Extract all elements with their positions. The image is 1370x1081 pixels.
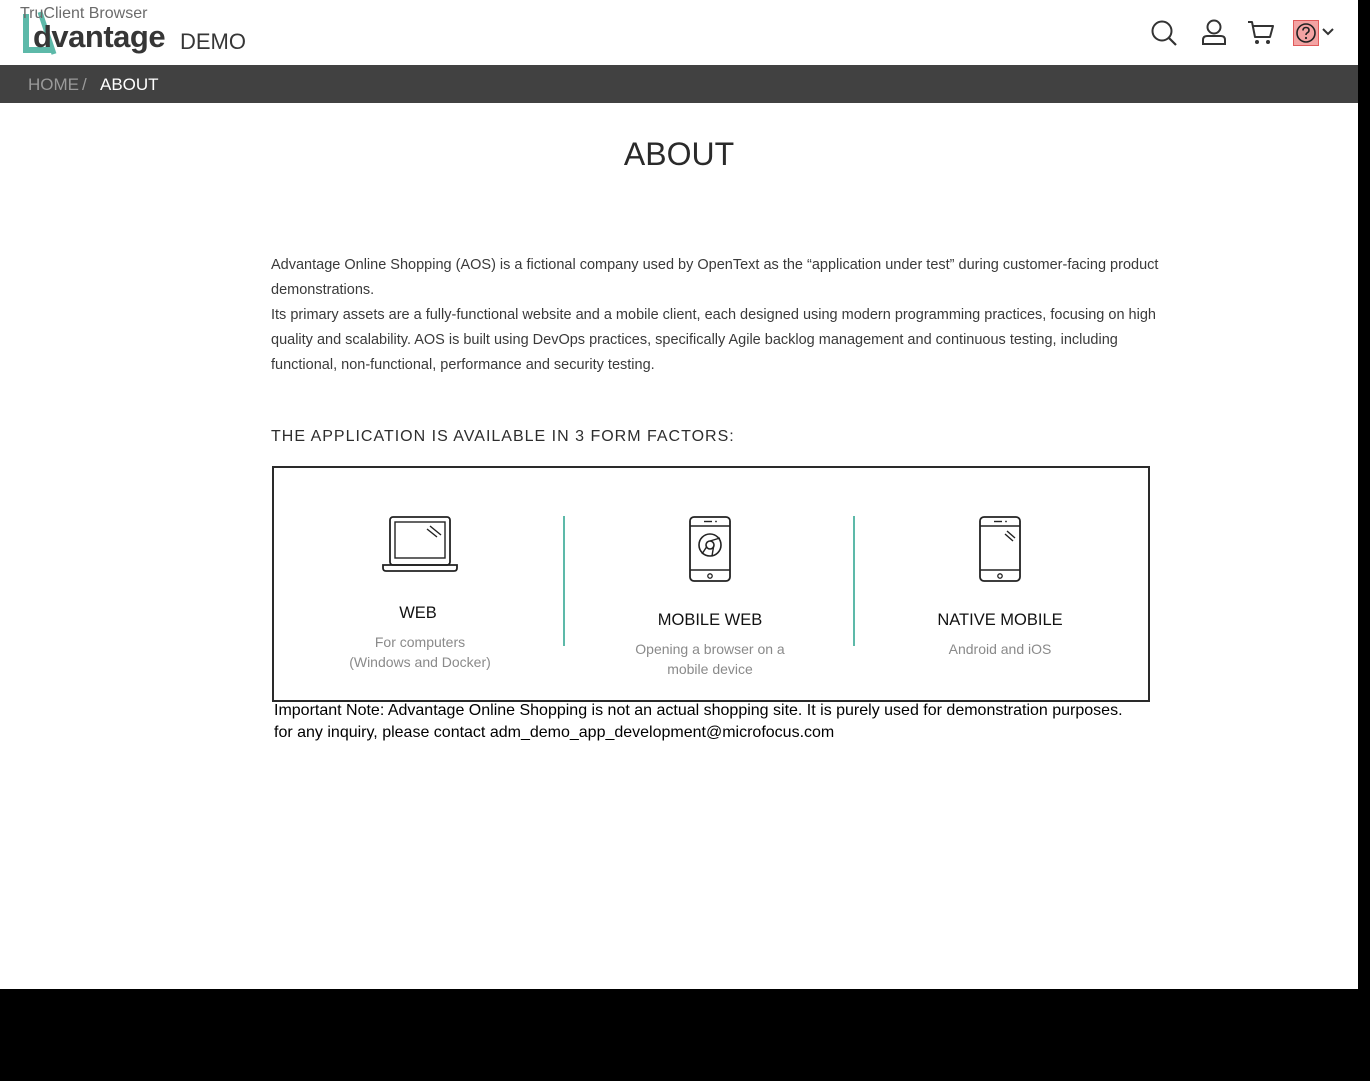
browser-label: TruClient Browser — [20, 5, 148, 22]
laptop-icon — [382, 516, 458, 572]
form-factor-description: mobile device — [667, 661, 753, 677]
section-heading: THE APPLICATION IS AVAILABLE IN 3 FORM F… — [271, 428, 735, 445]
page: dvantage DEMO HOME / ABOUT ABOUT Advanta… — [0, 0, 1358, 989]
breadcrumb-separator: / — [82, 75, 87, 94]
help-button[interactable] — [1293, 20, 1319, 46]
user-icon[interactable] — [1201, 18, 1227, 48]
intro-paragraph-2: Its primary assets are a fully-functiona… — [271, 307, 1156, 373]
smartphone-icon — [979, 516, 1021, 582]
breadcrumb-home-link[interactable]: HOME — [28, 75, 79, 95]
breadcrumb: HOME / ABOUT — [0, 65, 1358, 103]
chevron-down-icon[interactable] — [1321, 25, 1335, 39]
form-factor-description: For computers — [374, 634, 466, 650]
note-line: Important Note: Advantage Online Shoppin… — [274, 702, 1123, 719]
form-factors-box: WEB For computers (Windows and Docker) M… — [272, 466, 1150, 702]
intro-paragraph-1: Advantage Online Shopping (AOS) is a fic… — [271, 257, 1159, 298]
form-factor-title: NATIVE MOBILE — [937, 611, 1063, 629]
mobile-browser-icon — [689, 516, 731, 582]
form-factor-description: Android and iOS — [948, 641, 1052, 657]
form-factor-title: WEB — [399, 604, 437, 622]
logo-suffix: DEMO — [180, 29, 246, 54]
column-divider — [563, 516, 565, 646]
form-factor-title: MOBILE WEB — [657, 611, 763, 629]
logo-text: dvantage — [33, 19, 166, 54]
page-title: ABOUT — [623, 136, 735, 172]
column-divider — [853, 516, 855, 646]
header: dvantage DEMO — [0, 0, 1358, 65]
breadcrumb-current: ABOUT — [100, 75, 159, 94]
important-note: Important Note: Advantage Online Shoppin… — [274, 700, 1174, 744]
search-icon[interactable] — [1150, 18, 1178, 48]
form-factor-description: (Windows and Docker) — [349, 654, 491, 670]
form-factor-description: Opening a browser on a — [635, 641, 785, 657]
note-contact-line: for any inquiry, please contact adm_demo… — [274, 724, 835, 741]
help-icon — [1296, 23, 1316, 43]
cart-icon[interactable] — [1247, 18, 1275, 48]
